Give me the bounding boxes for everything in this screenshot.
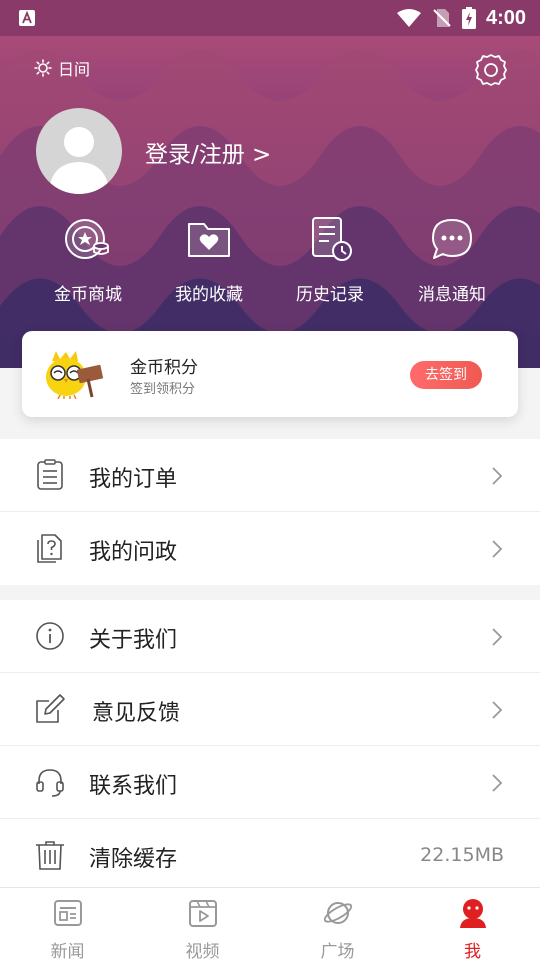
tab-label: 我: [464, 942, 481, 960]
info-icon: [36, 622, 64, 650]
menu-group-settings: 关于我们 意见反馈 联系我们 清除缓存 22.15MB: [0, 600, 540, 892]
tab-label: 视频: [185, 942, 220, 960]
status-bar: 4:00: [0, 0, 540, 36]
profile-header: 日间 登录/注册 > 金币商城 我的收藏 历史记录 消息通知: [0, 0, 540, 368]
menu-item-about-us[interactable]: 关于我们: [0, 600, 540, 673]
tab-me[interactable]: 我: [405, 888, 540, 960]
status-time: 4:00: [485, 6, 526, 29]
coin-card-subtitle: 签到领积分: [130, 382, 196, 397]
message-icon: [432, 219, 472, 259]
gear-icon[interactable]: [474, 53, 508, 87]
quick-action-history[interactable]: 历史记录: [270, 214, 390, 305]
me-icon: [459, 899, 486, 928]
news-icon: [53, 900, 82, 926]
sun-icon: [34, 59, 52, 77]
order-list-icon: [37, 459, 63, 490]
default-user-icon: [49, 127, 109, 194]
coin-card-title: 金币积分: [130, 358, 198, 378]
bottom-tab-bar: 新闻 视频 广场 我: [0, 887, 540, 960]
edit-icon: [36, 694, 65, 723]
menu-item-my-orders[interactable]: 我的订单: [0, 439, 540, 512]
chevron-right-icon: [492, 628, 503, 646]
login-register-link[interactable]: 登录/注册 >: [145, 135, 271, 169]
day-mode-label: 日间: [58, 60, 91, 79]
app-notification-icon: [19, 10, 35, 26]
quick-action-favorites[interactable]: 我的收藏: [149, 214, 269, 305]
wifi-icon: [396, 9, 421, 27]
avatar[interactable]: [36, 108, 122, 194]
sign-in-button[interactable]: 去签到: [410, 361, 482, 389]
tab-label: 新闻: [50, 942, 85, 960]
chevron-right-icon: [492, 701, 503, 719]
question-doc-icon: [37, 534, 62, 563]
tab-square[interactable]: 广场: [270, 888, 405, 960]
tab-video[interactable]: 视频: [135, 888, 270, 960]
no-sim-icon: [433, 9, 451, 27]
chevron-right-icon: [492, 540, 503, 558]
menu-item-contact-us[interactable]: 联系我们: [0, 746, 540, 819]
menu-item-label: 清除缓存: [89, 847, 178, 872]
coin-points-card[interactable]: 金币积分 签到领积分 去签到: [22, 331, 518, 417]
quick-action-label: 消息通知: [418, 285, 486, 305]
menu-item-my-inquiries[interactable]: 我的问政: [0, 512, 540, 585]
menu-item-label: 意见反馈: [92, 701, 181, 726]
menu-item-label: 我的订单: [89, 467, 178, 492]
menu-item-label: 关于我们: [89, 628, 178, 653]
menu-item-feedback[interactable]: 意见反馈: [0, 673, 540, 746]
wave-background: [0, 51, 540, 368]
menu-item-label: 我的问政: [89, 540, 178, 565]
history-icon: [312, 217, 352, 261]
quick-action-label: 历史记录: [296, 285, 364, 305]
day-mode-toggle[interactable]: 日间: [34, 56, 90, 80]
quick-action-coin-mall[interactable]: 金币商城: [28, 214, 148, 305]
tab-news[interactable]: 新闻: [0, 888, 135, 960]
quick-action-label: 金币商城: [54, 285, 122, 305]
quick-action-messages[interactable]: 消息通知: [392, 214, 512, 305]
trash-icon: [36, 841, 64, 870]
menu-item-label: 联系我们: [89, 774, 178, 799]
coin-mall-icon: [65, 219, 109, 259]
cache-size-value: 22.15MB: [420, 844, 504, 866]
tab-label: 广场: [320, 942, 355, 960]
menu-item-clear-cache[interactable]: 清除缓存 22.15MB: [0, 819, 540, 892]
headset-icon: [36, 769, 64, 797]
video-icon: [188, 900, 217, 927]
menu-group-orders: 我的订单 我的问政: [0, 439, 540, 585]
battery-charging-icon: [461, 7, 476, 29]
owl-mascot-icon: [46, 351, 104, 399]
quick-action-label: 我的收藏: [175, 285, 243, 305]
favorites-folder-icon: [188, 223, 230, 257]
chevron-right-icon: [492, 774, 503, 792]
chevron-right-icon: [492, 467, 503, 485]
planet-icon: [323, 902, 352, 924]
